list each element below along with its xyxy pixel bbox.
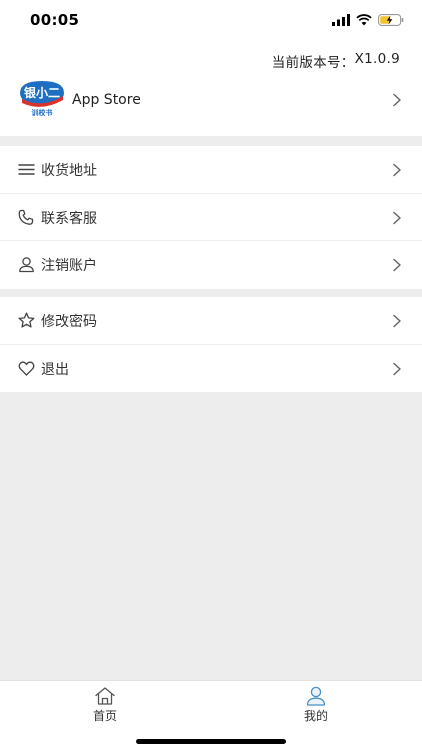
tab-home[interactable]: 首页 — [75, 686, 135, 726]
profile-screen: 00:05 当前版本号： X1.0.9 银小二 训校书 App Store 收货… — [0, 0, 422, 750]
status-bar: 00:05 — [0, 0, 422, 40]
status-icons — [332, 12, 404, 28]
status-time: 00:05 — [30, 11, 80, 29]
tab-profile[interactable]: 我的 — [286, 686, 346, 726]
menu-group-security: 修改密码 退出 — [0, 297, 422, 392]
chevron-right-icon — [393, 258, 401, 272]
menu-item-logout[interactable]: 退出 — [0, 345, 422, 393]
header-section: 当前版本号： X1.0.9 银小二 训校书 App Store — [0, 40, 422, 136]
chevron-right-icon — [393, 211, 401, 224]
chevron-right-icon — [393, 163, 401, 177]
chevron-right-icon — [393, 93, 401, 107]
logo-text: 银小二 — [24, 85, 60, 100]
chevron-right-icon — [393, 314, 401, 328]
menu-item-label: 收货地址 — [41, 163, 97, 179]
menu-group-account: 收货地址 联系客服 注销账户 — [0, 146, 422, 289]
user-icon — [19, 257, 34, 273]
star-icon — [18, 312, 35, 328]
app-logo: 银小二 训校书 — [20, 81, 64, 117]
app-name: App Store — [72, 92, 141, 108]
menu-item-label: 注销账户 — [41, 258, 97, 274]
wifi-icon — [356, 14, 372, 26]
menu-item-label: 修改密码 — [41, 314, 97, 330]
home-indicator — [136, 739, 286, 744]
phone-icon — [18, 209, 34, 225]
menu-item-delete-account[interactable]: 注销账户 — [0, 241, 422, 289]
menu-item-contact-support[interactable]: 联系客服 — [0, 194, 422, 241]
user-icon — [306, 686, 326, 706]
logo-subtext: 训校书 — [32, 108, 53, 117]
version-value: X1.0.9 — [354, 51, 400, 67]
app-store-row[interactable]: 银小二 训校书 App Store — [0, 76, 422, 124]
home-icon — [95, 687, 115, 705]
menu-item-change-password[interactable]: 修改密码 — [0, 297, 422, 345]
tab-label: 我的 — [303, 709, 328, 723]
menu-item-label: 退出 — [41, 361, 69, 378]
menu-item-label: 联系客服 — [41, 210, 97, 227]
battery-charging-icon — [378, 14, 404, 26]
version-info: 当前版本号： X1.0.9 — [272, 51, 400, 71]
heart-icon — [18, 361, 35, 376]
chevron-right-icon — [393, 362, 401, 375]
menu-lines-icon — [18, 164, 35, 175]
menu-item-shipping-address[interactable]: 收货地址 — [0, 146, 422, 194]
version-label: 当前版本号： — [271, 55, 355, 71]
tab-label: 首页 — [92, 709, 117, 723]
signal-icon — [332, 14, 350, 26]
